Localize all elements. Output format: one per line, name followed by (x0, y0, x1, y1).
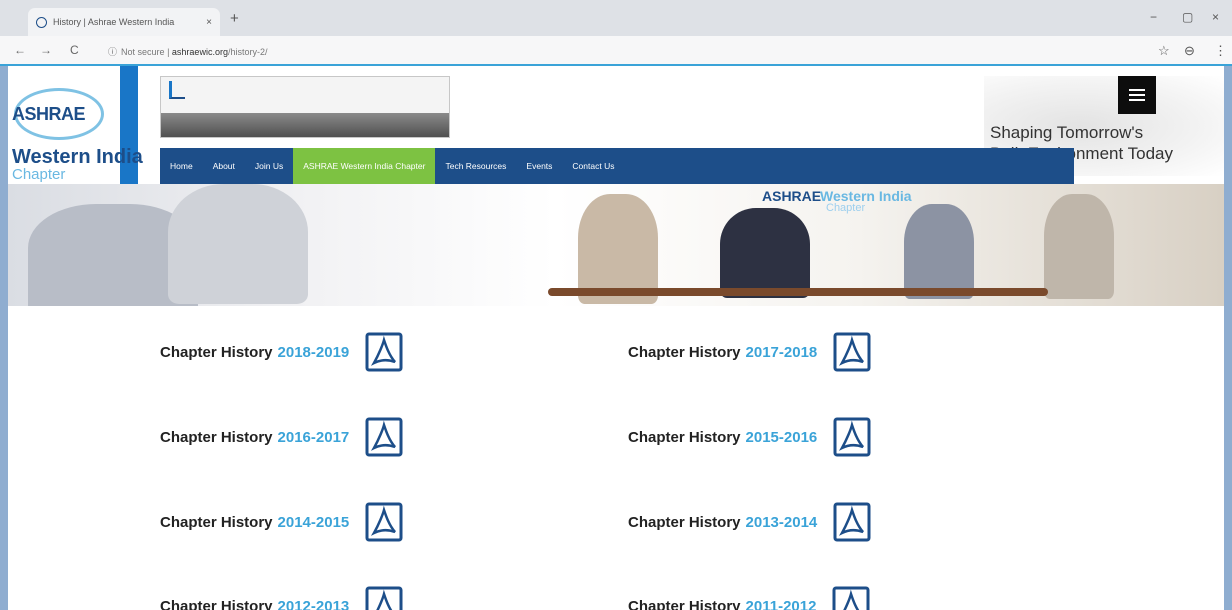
hero-banner-image: ASHRAE Western India Chapter (8, 184, 1224, 306)
site-logo[interactable]: ASHRAE Western India Chapter (8, 66, 158, 184)
info-icon: ⓘ (108, 47, 118, 57)
bookmark-star-icon[interactable]: ☆ (1158, 43, 1170, 59)
pdf-icon[interactable] (833, 417, 871, 457)
hero-person-figure (720, 208, 810, 298)
tab-title: History | Ashrae Western India (53, 17, 175, 27)
back-icon[interactable]: ← (14, 43, 26, 57)
hero-table (548, 288, 1048, 296)
history-label: Chapter History (160, 597, 273, 610)
new-tab-icon[interactable]: + (230, 10, 239, 27)
reload-icon[interactable]: C (70, 43, 79, 57)
nav-contact-us[interactable]: Contact Us (562, 148, 624, 184)
url-host: ashraewic.org (171, 47, 228, 57)
nav-home[interactable]: Home (160, 148, 203, 184)
browser-tab[interactable]: History | Ashrae Western India × (28, 8, 220, 36)
pdf-icon[interactable] (833, 502, 871, 542)
hero-logo-chapter: Chapter (826, 202, 866, 214)
hamburger-line (1129, 99, 1145, 101)
window-close-icon[interactable]: × (1212, 10, 1219, 24)
history-item-2017-2018[interactable]: Chapter History 2017-2018 (628, 332, 871, 372)
hero-person-figure (1044, 194, 1114, 299)
nav-about[interactable]: About (203, 148, 245, 184)
history-years: 2018-2019 (277, 343, 350, 361)
logo-ashrae-text: ASHRAE (12, 104, 86, 124)
nav-tech-resources[interactable]: Tech Resources (435, 148, 516, 184)
hero-logo-ashrae: ASHRAE (762, 188, 822, 204)
pdf-icon[interactable] (365, 502, 403, 542)
history-item-2013-2014[interactable]: Chapter History 2013-2014 (628, 502, 871, 542)
history-item-2014-2015[interactable]: Chapter History 2014-2015 (160, 502, 403, 542)
header-banner-image (160, 76, 450, 138)
url-separator: | (167, 47, 170, 57)
browser-address-bar: ← → C ⓘ Not secure | ashraewic.org/histor… (0, 36, 1232, 66)
account-icon[interactable]: ⊖ (1184, 43, 1195, 59)
history-years: 2013-2014 (745, 513, 818, 531)
hero-person-figure (168, 184, 308, 304)
history-label: Chapter History (628, 513, 741, 531)
hero-person-figure (904, 204, 974, 299)
history-item-2011-2012[interactable]: Chapter History 2011-2012 (628, 586, 870, 610)
history-years: 2014-2015 (277, 513, 350, 531)
url-field[interactable]: ⓘ Not secure | ashraewic.org/history-2/ (108, 45, 267, 58)
banner-mini-logo-icon (169, 81, 185, 99)
nav-join-us[interactable]: Join Us (245, 148, 293, 184)
forward-icon[interactable]: → (40, 43, 52, 57)
history-item-2018-2019[interactable]: Chapter History 2018-2019 (160, 332, 403, 372)
browser-menu-icon[interactable]: ⋮ (1214, 43, 1227, 59)
hamburger-line (1129, 94, 1145, 96)
security-label: Not secure (121, 47, 165, 57)
pdf-icon[interactable] (832, 586, 870, 610)
maximize-icon[interactable]: ▢ (1182, 10, 1193, 24)
pdf-icon[interactable] (365, 586, 403, 610)
history-years: 2017-2018 (745, 343, 818, 361)
hamburger-line (1129, 89, 1145, 91)
main-navigation: Home About Join Us ASHRAE Western India … (160, 148, 1074, 184)
history-years: 2016-2017 (277, 428, 350, 446)
site-favicon-icon (36, 16, 47, 28)
history-item-2015-2016[interactable]: Chapter History 2015-2016 (628, 417, 871, 457)
history-years: 2011-2012 (745, 597, 817, 610)
history-label: Chapter History (628, 428, 741, 446)
hamburger-menu-button[interactable] (1118, 76, 1156, 114)
nav-events[interactable]: Events (516, 148, 562, 184)
history-years: 2015-2016 (745, 428, 818, 446)
history-label: Chapter History (628, 343, 741, 361)
logo-chapter-text: Chapter (12, 166, 66, 183)
tab-close-icon[interactable]: × (206, 17, 212, 28)
history-label: Chapter History (628, 597, 741, 610)
web-page: ASHRAE Western India Chapter Shaping Tom… (8, 66, 1224, 610)
history-item-2016-2017[interactable]: Chapter History 2016-2017 (160, 417, 403, 457)
history-label: Chapter History (160, 513, 273, 531)
history-years: 2012-2013 (277, 597, 350, 610)
history-item-2012-2013[interactable]: Chapter History 2012-2013 (160, 586, 403, 610)
browser-tabbar: History | Ashrae Western India × + − ▢ × (0, 0, 1232, 36)
history-label: Chapter History (160, 428, 273, 446)
pdf-icon[interactable] (365, 332, 403, 372)
pdf-icon[interactable] (833, 332, 871, 372)
tagline-line-1: Shaping Tomorrow's (990, 123, 1144, 142)
pdf-icon[interactable] (365, 417, 403, 457)
history-label: Chapter History (160, 343, 273, 361)
url-path: /history-2/ (227, 47, 268, 57)
minimize-icon[interactable]: − (1150, 10, 1157, 24)
nav-ashrae-western-india-chapter[interactable]: ASHRAE Western India Chapter (293, 148, 436, 184)
